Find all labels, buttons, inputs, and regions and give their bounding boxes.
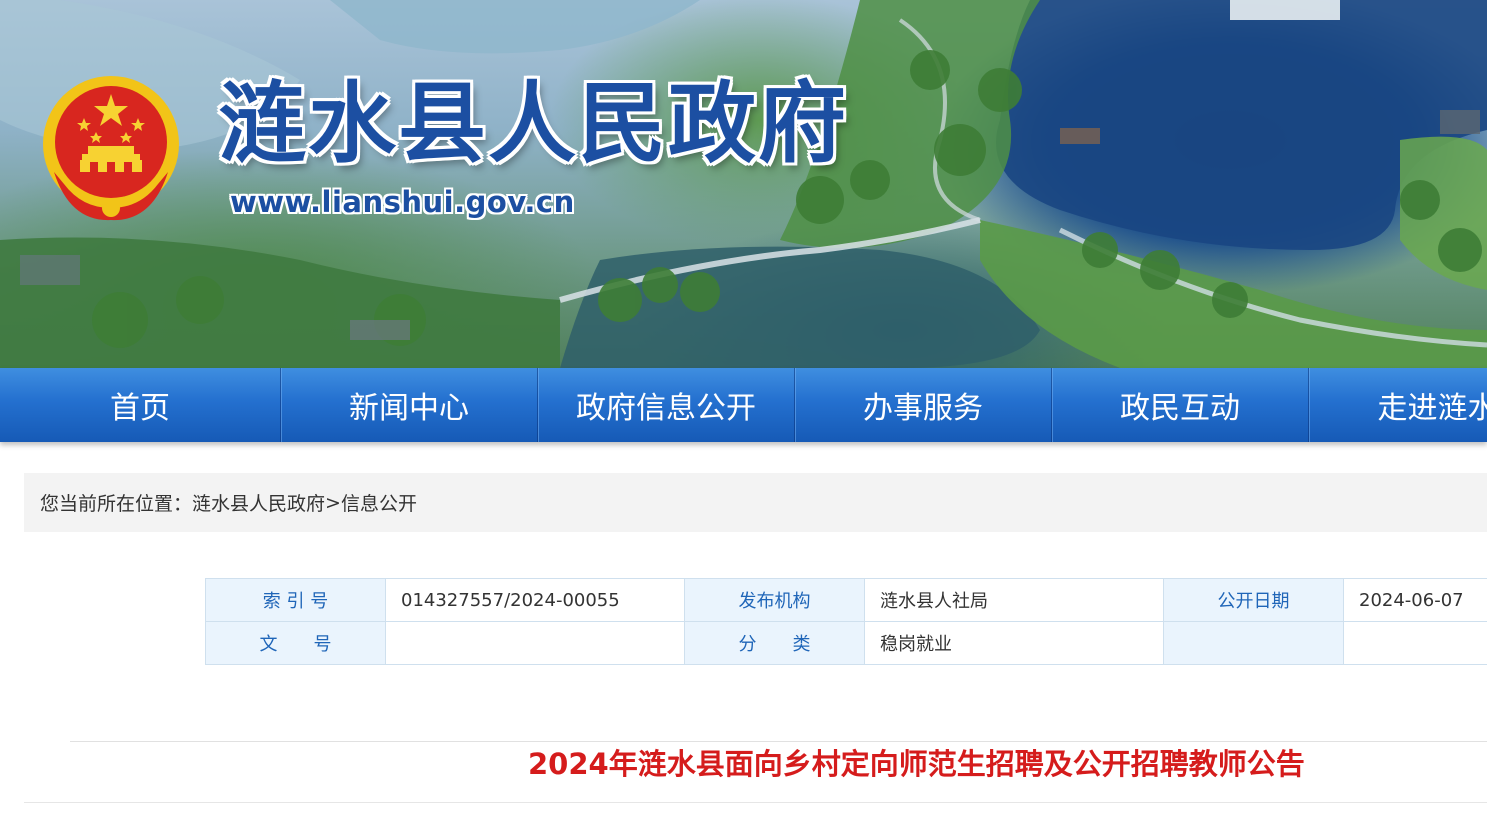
meta-label-category: 分 类 bbox=[684, 621, 865, 665]
meta-label-publish-date: 公开日期 bbox=[1163, 578, 1344, 622]
nav-item-services[interactable]: 办事服务 bbox=[795, 368, 1052, 442]
nav-item-about-lianshui[interactable]: 走进涟水 bbox=[1309, 368, 1487, 442]
site-title: 涟水县人民政府 bbox=[218, 72, 849, 175]
breadcrumb-link-current[interactable]: 信息公开 bbox=[341, 489, 417, 516]
meta-value-empty bbox=[1343, 621, 1487, 665]
meta-label-document-number: 文 号 bbox=[205, 621, 386, 665]
nav-item-home[interactable]: 首页 bbox=[0, 368, 281, 442]
meta-label-publisher: 发布机构 bbox=[684, 578, 865, 622]
meta-row: 文 号 分 类 稳岗就业 bbox=[205, 621, 1487, 665]
meta-row: 索 引 号 014327557/2024-00055 发布机构 涟水县人社局 公… bbox=[205, 578, 1487, 622]
breadcrumb-prefix: 您当前所在位置： bbox=[40, 493, 193, 515]
banner-landscape-image bbox=[0, 0, 1487, 368]
breadcrumb-separator: > bbox=[325, 491, 341, 514]
breadcrumb-link-home[interactable]: 涟水县人民政府 bbox=[192, 489, 325, 516]
meta-value-publish-date: 2024-06-07 bbox=[1343, 578, 1487, 622]
main-nav: 首页 新闻中心 政府信息公开 办事服务 政民互动 走进涟水 bbox=[0, 368, 1487, 442]
meta-value-category: 稳岗就业 bbox=[864, 621, 1164, 665]
meta-label-index-number: 索 引 号 bbox=[205, 578, 386, 622]
meta-value-index-number: 014327557/2024-00055 bbox=[385, 578, 685, 622]
article-title: 2024年涟水县面向乡村定向师范生招聘及公开招聘教师公告 bbox=[528, 747, 1305, 781]
nav-item-gov-info-disclosure[interactable]: 政府信息公开 bbox=[538, 368, 795, 442]
document-meta-table: 索 引 号 014327557/2024-00055 发布机构 涟水县人社局 公… bbox=[205, 578, 1487, 665]
header-banner: 涟水县人民政府 www.lianshui.gov.cn bbox=[0, 0, 1487, 368]
meta-value-document-number bbox=[385, 621, 685, 665]
meta-label-empty bbox=[1163, 621, 1344, 665]
nav-item-news-center[interactable]: 新闻中心 bbox=[281, 368, 538, 442]
title-divider-bottom bbox=[24, 802, 1487, 803]
national-emblem-icon bbox=[43, 76, 179, 221]
breadcrumb: 您当前所在位置： 涟水县人民政府 > 信息公开 bbox=[24, 473, 1487, 532]
meta-value-publisher: 涟水县人社局 bbox=[864, 578, 1164, 622]
nav-item-interaction[interactable]: 政民互动 bbox=[1052, 368, 1309, 442]
site-url: www.lianshui.gov.cn bbox=[230, 185, 575, 219]
